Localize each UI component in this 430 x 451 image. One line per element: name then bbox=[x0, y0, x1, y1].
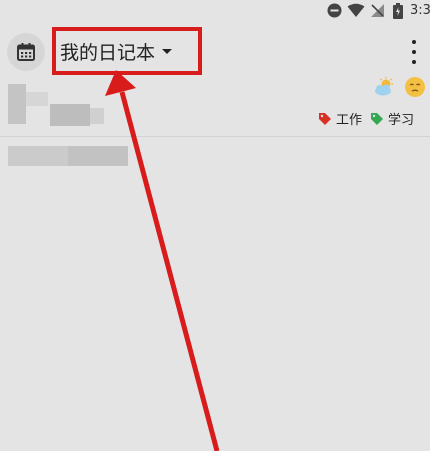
diary-app-screen: 3:3 我的日记本 工作 学习 bbox=[0, 0, 430, 451]
annotation-arrow-head bbox=[105, 70, 136, 96]
annotation-arrow-shaft bbox=[119, 91, 220, 451]
annotation-arrow bbox=[105, 70, 220, 451]
